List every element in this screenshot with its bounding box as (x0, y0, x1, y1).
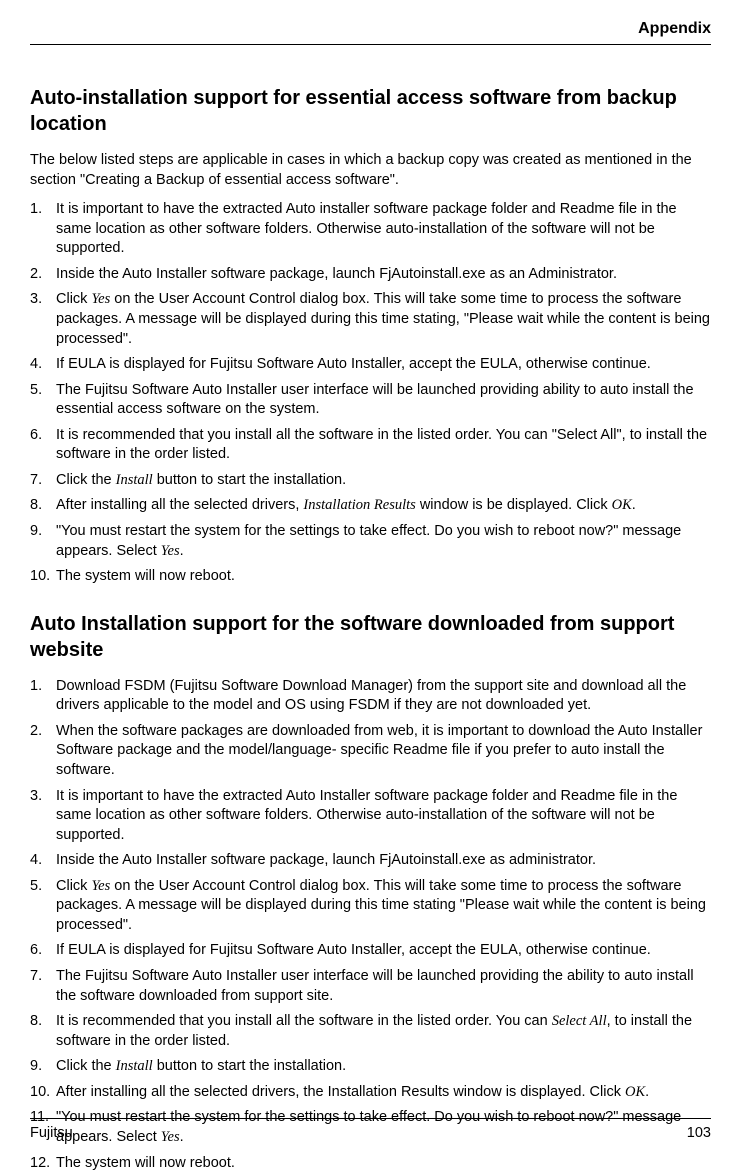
list-content: The system will now reboot. (56, 567, 711, 587)
list-item: 7.Click the Install button to start the … (30, 471, 711, 491)
list-item: 9.Click the Install button to start the … (30, 1057, 711, 1077)
list-item: 12.The system will now reboot. (30, 1154, 711, 1173)
list-number: 12. (30, 1154, 56, 1173)
list-number: 4. (30, 355, 56, 375)
italic-term: OK (612, 497, 632, 513)
list-number: 8. (30, 496, 56, 516)
list-number: 3. (30, 290, 56, 349)
list-content: It is recommended that you install all t… (56, 426, 711, 465)
list-item: 3.It is important to have the extracted … (30, 787, 711, 846)
italic-term: Yes (91, 878, 110, 894)
page-footer: Fujitsu 103 (30, 1118, 711, 1141)
section1-intro: The below listed steps are applicable in… (30, 151, 711, 190)
list-item: 3.Click Yes on the User Account Control … (30, 290, 711, 349)
italic-term: Yes (161, 543, 180, 559)
list-content: It is important to have the extracted Au… (56, 787, 711, 846)
italic-term: Install (116, 1058, 153, 1074)
list-item: 4.If EULA is displayed for Fujitsu Softw… (30, 355, 711, 375)
list-content: The Fujitsu Software Auto Installer user… (56, 967, 711, 1006)
list-item: 7.The Fujitsu Software Auto Installer us… (30, 967, 711, 1006)
list-content: "You must restart the system for the set… (56, 522, 711, 561)
italic-term: Select All (552, 1013, 607, 1029)
section1-list: 1.It is important to have the extracted … (30, 200, 711, 587)
section2-title: Auto Installation support for the softwa… (30, 611, 711, 663)
list-item: 9."You must restart the system for the s… (30, 522, 711, 561)
list-content: It is important to have the extracted Au… (56, 200, 711, 259)
italic-term: Installation Results (303, 497, 415, 513)
list-item: 5.The Fujitsu Software Auto Installer us… (30, 381, 711, 420)
italic-term: Install (116, 472, 153, 488)
chapter-label: Appendix (638, 20, 711, 37)
list-item: 5.Click Yes on the User Account Control … (30, 877, 711, 936)
list-content: After installing all the selected driver… (56, 1083, 711, 1103)
list-content: If EULA is displayed for Fujitsu Softwar… (56, 941, 711, 961)
list-number: 3. (30, 787, 56, 846)
list-content: Inside the Auto Installer software packa… (56, 851, 711, 871)
list-number: 10. (30, 1083, 56, 1103)
list-content: Click Yes on the User Account Control di… (56, 290, 711, 349)
list-number: 4. (30, 851, 56, 871)
footer-brand: Fujitsu (30, 1125, 73, 1141)
list-item: 1.Download FSDM (Fujitsu Software Downlo… (30, 677, 711, 716)
list-number: 1. (30, 677, 56, 716)
list-number: 7. (30, 967, 56, 1006)
list-item: 4.Inside the Auto Installer software pac… (30, 851, 711, 871)
list-content: Inside the Auto Installer software packa… (56, 265, 711, 285)
list-content: Download FSDM (Fujitsu Software Download… (56, 677, 711, 716)
list-content: If EULA is displayed for Fujitsu Softwar… (56, 355, 711, 375)
list-item: 6.It is recommended that you install all… (30, 426, 711, 465)
list-item: 1.It is important to have the extracted … (30, 200, 711, 259)
list-item: 8.It is recommended that you install all… (30, 1012, 711, 1051)
list-content: It is recommended that you install all t… (56, 1012, 711, 1051)
list-number: 5. (30, 877, 56, 936)
list-number: 9. (30, 1057, 56, 1077)
section1-title: Auto-installation support for essential … (30, 85, 711, 137)
list-content: After installing all the selected driver… (56, 496, 711, 516)
list-number: 6. (30, 426, 56, 465)
page-header: Appendix (30, 20, 711, 45)
list-content: Click the Install button to start the in… (56, 471, 711, 491)
italic-term: Yes (91, 291, 110, 307)
list-number: 2. (30, 722, 56, 781)
list-content: When the software packages are downloade… (56, 722, 711, 781)
list-content: Click the Install button to start the in… (56, 1057, 711, 1077)
list-item: 2.Inside the Auto Installer software pac… (30, 265, 711, 285)
list-number: 2. (30, 265, 56, 285)
list-item: 8.After installing all the selected driv… (30, 496, 711, 516)
list-item: 10.After installing all the selected dri… (30, 1083, 711, 1103)
list-number: 5. (30, 381, 56, 420)
italic-term: OK (625, 1084, 645, 1100)
list-item: 10.The system will now reboot. (30, 567, 711, 587)
list-number: 6. (30, 941, 56, 961)
list-item: 6.If EULA is displayed for Fujitsu Softw… (30, 941, 711, 961)
list-number: 9. (30, 522, 56, 561)
list-item: 2.When the software packages are downloa… (30, 722, 711, 781)
section2-list: 1.Download FSDM (Fujitsu Software Downlo… (30, 677, 711, 1173)
list-content: The Fujitsu Software Auto Installer user… (56, 381, 711, 420)
footer-page-number: 103 (687, 1125, 711, 1141)
list-number: 7. (30, 471, 56, 491)
list-content: Click Yes on the User Account Control di… (56, 877, 711, 936)
list-content: The system will now reboot. (56, 1154, 711, 1173)
list-number: 1. (30, 200, 56, 259)
list-number: 10. (30, 567, 56, 587)
list-number: 8. (30, 1012, 56, 1051)
